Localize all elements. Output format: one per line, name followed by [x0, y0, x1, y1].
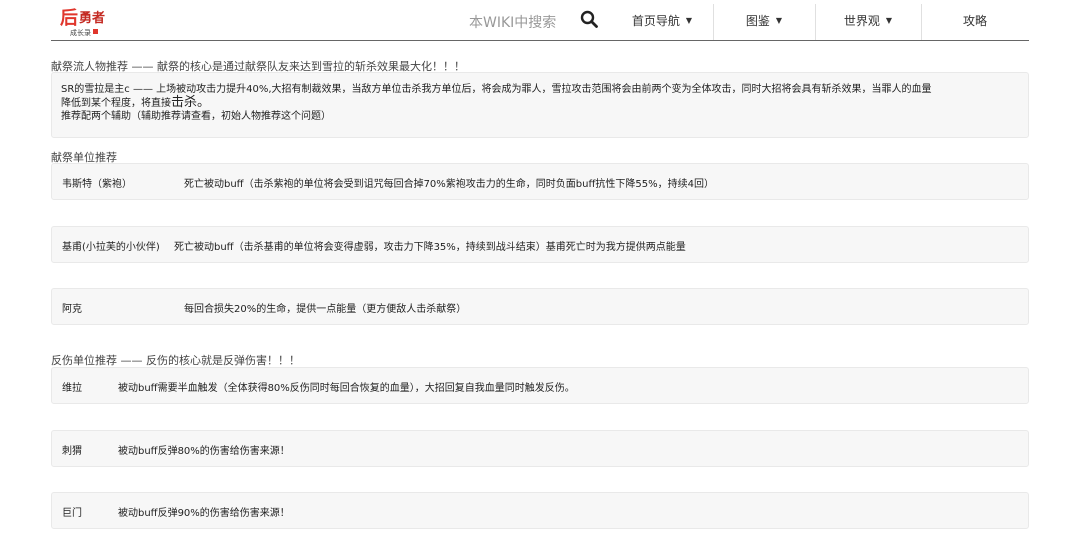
- caret-down-icon: ▼: [775, 15, 783, 25]
- unit-row: 基甫(小拉芙的小伙伴) 死亡被动buff（击杀基甫的单位将会变得虚弱，攻击力下降…: [51, 226, 1029, 263]
- unit-name: 韦斯特（紫袍）: [62, 179, 132, 190]
- unit-row: 维拉 被动buff需要半血触发（全体获得80%反伤同时每回合恢复的血量），大招回…: [51, 367, 1029, 404]
- nav-worldview-dropdown[interactable]: 世界观 ▼: [816, 0, 920, 40]
- unit-name: 基甫(小拉芙的小伙伴): [62, 242, 160, 253]
- intro-line: 降低到某个程度，将直接击杀。: [61, 96, 1019, 110]
- unit-row: 韦斯特（紫袍） 死亡被动buff（击杀紫袍的单位将会受到诅咒每回合掉70%紫袍攻…: [51, 163, 1029, 200]
- unit-row: 刺猬 被动buff反弹80%的伤害给伤害来源！: [51, 430, 1029, 467]
- nav-catalog-dropdown[interactable]: 图鉴 ▼: [714, 0, 814, 40]
- search-input[interactable]: 本WIKI中搜索: [469, 12, 556, 32]
- nav-worldview-label: 世界观: [843, 13, 880, 28]
- intro-emphasis: 击杀。: [171, 95, 211, 110]
- nav-guide-label: 攻略: [962, 13, 987, 28]
- reflect-units-heading: 反伤单位推荐 —— 反伤的核心就是反弹伤害！！！: [51, 354, 300, 367]
- unit-row: 阿克 每回合损失20%的生命，提供一点能量（更方便敌人击杀献祭）: [51, 288, 1029, 325]
- unit-row: 巨门 被动buff反弹90%的伤害给伤害来源！: [51, 492, 1029, 529]
- unit-name: 维拉: [62, 383, 82, 394]
- unit-description: 死亡被动buff（击杀紫袍的单位将会受到诅咒每回合掉70%紫袍攻击力的生命，同时…: [184, 179, 714, 190]
- unit-description: 死亡被动buff（击杀基甫的单位将会变得虚弱，攻击力下降35%，持续到战斗结束）…: [174, 242, 686, 253]
- unit-name: 刺猬: [62, 446, 82, 457]
- nav-catalog-label: 图鉴: [745, 13, 770, 28]
- nav-home-dropdown[interactable]: 首页导航 ▼: [612, 0, 712, 40]
- unit-name: 阿克: [62, 304, 82, 315]
- header-divider: [51, 40, 1029, 41]
- site-logo[interactable]: 后 勇者 成长录: [56, 4, 118, 38]
- unit-description: 被动buff需要半血触发（全体获得80%反伤同时每回合恢复的血量），大招回复自我…: [118, 383, 575, 394]
- caret-down-icon: ▼: [685, 15, 693, 25]
- svg-text:成长录: 成长录: [70, 28, 91, 37]
- search-icon[interactable]: [580, 10, 598, 28]
- nav-guide-link[interactable]: 攻略: [922, 0, 1028, 40]
- svg-text:勇者: 勇者: [79, 10, 105, 26]
- unit-description: 被动buff反弹80%的伤害给伤害来源！: [118, 446, 290, 457]
- top-navigation-bar: 后 勇者 成长录 本WIKI中搜索 首页导航 ▼ 图鉴 ▼ 世界观 ▼ 攻略: [0, 0, 1080, 42]
- svg-text:后: 后: [60, 8, 78, 29]
- intro-line: 推荐配两个辅助（辅助推荐请查看，初始人物推荐这个问题）: [61, 111, 331, 122]
- sacrifice-intro-box: SR的雪拉是主c —— 上场被动攻击力提升40%,大招有制裁效果，当敌方单位击杀…: [51, 72, 1029, 138]
- unit-name: 巨门: [62, 508, 82, 519]
- nav-home-label: 首页导航: [631, 13, 680, 28]
- intro-text: 降低到某个程度，将直接: [61, 98, 171, 109]
- caret-down-icon: ▼: [885, 15, 893, 25]
- unit-description: 每回合损失20%的生命，提供一点能量（更方便敌人击杀献祭）: [184, 304, 467, 315]
- unit-description: 被动buff反弹90%的伤害给伤害来源！: [118, 508, 290, 519]
